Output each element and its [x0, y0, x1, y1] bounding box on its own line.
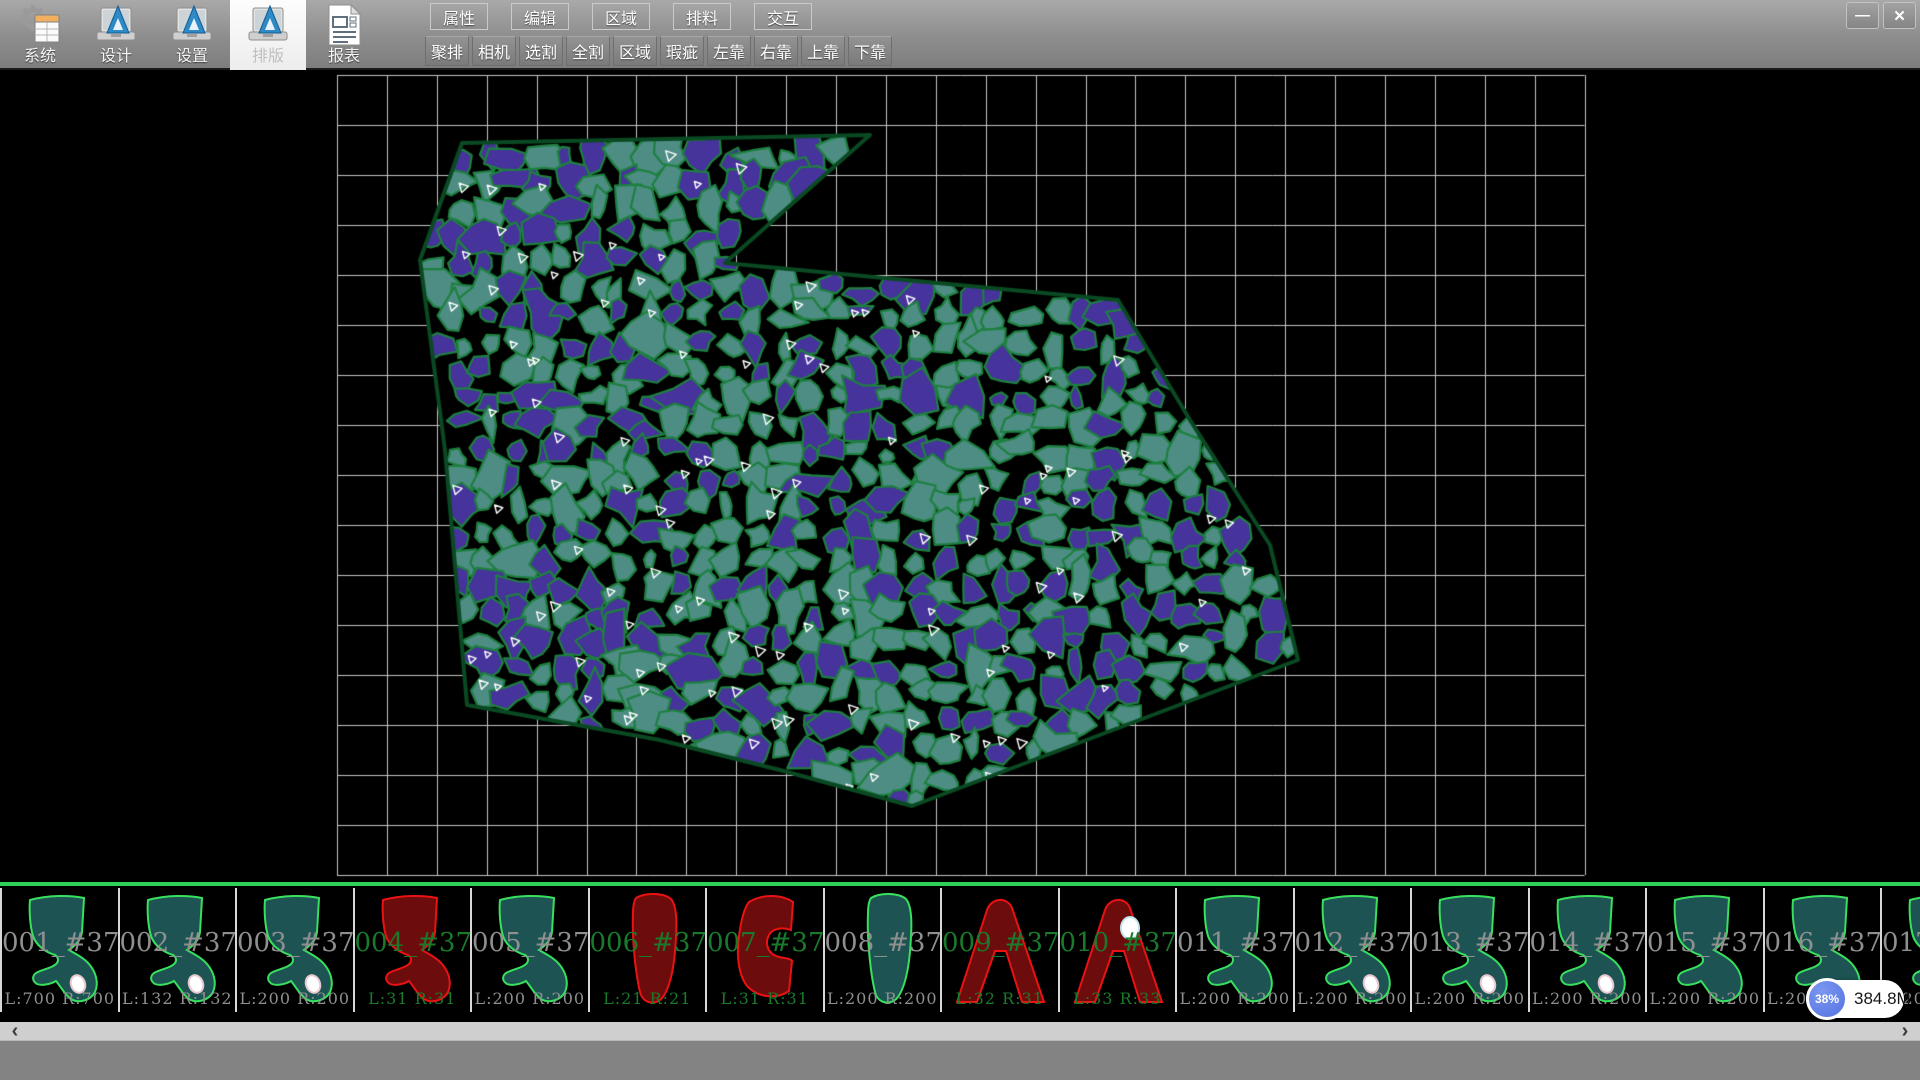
tool-button-1[interactable]: 相机: [472, 36, 516, 66]
app-button-group: 系统 设计 设置 排版 报表: [2, 0, 382, 70]
thumbnail-lr-label: L:32 R:31: [942, 989, 1058, 1008]
thumbnail-cell-9[interactable]: 009_#37 L:32 R:31: [942, 888, 1060, 1012]
progress-badge: 38% 384.8M: [1806, 980, 1904, 1018]
tool-button-0[interactable]: 聚排: [425, 36, 469, 66]
menu-tab-0[interactable]: 属性: [430, 3, 488, 30]
tool-button-3[interactable]: 全割: [566, 36, 610, 66]
nesting-canvas[interactable]: [0, 70, 1920, 882]
thumbnail-lr-label: L:132 R:132: [120, 989, 236, 1008]
thumbnail-id-label: 008_#37: [825, 930, 941, 956]
system-icon: [18, 2, 62, 48]
tool-button-7[interactable]: 右靠: [754, 36, 798, 66]
app-button-layout[interactable]: 排版: [230, 0, 306, 70]
thumbnail-id-label: 010_#37: [1060, 930, 1176, 956]
thumbnail-cell-7[interactable]: 007_#37 L:31 R:31: [707, 888, 825, 1012]
thumbnail-id-label: 016_#37: [1765, 930, 1881, 956]
tool-button-4[interactable]: 区域: [613, 36, 657, 66]
design-icon: [94, 2, 138, 48]
thumbnail-id-label: 001_#37: [2, 930, 118, 956]
minimize-button[interactable]: —: [1846, 2, 1879, 29]
thumbnail-lr-label: L:200 R:200: [237, 989, 353, 1008]
thumbnail-id-label: 014_#37: [1530, 930, 1646, 956]
thumbnail-id-label: 007_#37: [707, 930, 823, 956]
app-button-label: 设置: [176, 48, 208, 66]
report-icon: [322, 2, 366, 48]
menu-tab-3[interactable]: 排料: [673, 3, 731, 30]
tool-button-bar: 聚排相机选割全割区域瑕疵左靠右靠上靠下靠: [425, 36, 892, 66]
toolbar: 系统设计设置排版报表 属性编辑区域排料交互 聚排相机选割全割区域瑕疵左靠右靠上靠…: [0, 0, 1920, 70]
menu-tab-4[interactable]: 交互: [754, 3, 812, 30]
thumbnail-id-label: 015_#37: [1647, 930, 1763, 956]
app-window: 系统设计设置排版报表 属性编辑区域排料交互 聚排相机选割全割区域瑕疵左靠右靠上靠…: [0, 0, 1920, 1080]
thumbnail-id-label: 004_#37: [355, 930, 471, 956]
tool-button-5[interactable]: 瑕疵: [660, 36, 704, 66]
thumbnail-cell-10[interactable]: 010_#37 L:33 R:33: [1060, 888, 1178, 1012]
thumbnail-lr-label: L:200 R:200: [1412, 989, 1528, 1008]
status-bar: [0, 1040, 1920, 1080]
memory-usage-label: 384.8M: [1854, 989, 1911, 1009]
thumbnail-id-label: 009_#37: [942, 930, 1058, 956]
tool-button-2[interactable]: 选割: [519, 36, 563, 66]
thumbnail-id-label: 012_#37: [1295, 930, 1411, 956]
piece-thumbnail-strip: 001_#37L:700 R:700002_#37L:132 R:132003_…: [0, 882, 1920, 1022]
thumbnail-lr-label: L:200 R:200: [825, 989, 941, 1008]
app-button-label: 排版: [252, 48, 284, 66]
thumbnail-id-label: 017_#37: [1882, 930, 1920, 956]
thumbnail-lr-label: L:700 R:700: [2, 989, 118, 1008]
thumbnail-id-label: 006_#37: [590, 930, 706, 956]
window-controls: — ✕: [1846, 2, 1916, 29]
settings-icon: [170, 2, 214, 48]
layout-icon: [246, 2, 290, 48]
progress-percent-circle: 38%: [1806, 978, 1848, 1020]
thumbnail-lr-label: L:31 R:31: [355, 989, 471, 1008]
thumbnail-lr-label: L:200 R:200: [1295, 989, 1411, 1008]
thumbnail-id-label: 003_#37: [237, 930, 353, 956]
thumbnail-cell-6[interactable]: 006_#37 L:21 R:21: [590, 888, 708, 1012]
app-button-label: 报表: [328, 48, 360, 66]
thumbnail-cell-15[interactable]: 015_#37 L:200 R:200: [1647, 888, 1765, 1012]
thumbnail-cell-4[interactable]: 004_#37 L:31 R:31: [355, 888, 473, 1012]
thumbnail-lr-label: L:200 R:200: [472, 989, 588, 1008]
thumbnail-cell-2[interactable]: 002_#37 L:132 R:132: [120, 888, 238, 1012]
thumbnail-lr-label: L:200 R:200: [1530, 989, 1646, 1008]
thumbnail-lr-label: L:200 R:200: [1647, 989, 1763, 1008]
thumbnail-cell-12[interactable]: 012_#37 L:200 R:200: [1295, 888, 1413, 1012]
thumbnail-cell-14[interactable]: 014_#37 L:200 R:200: [1530, 888, 1648, 1012]
thumbnail-id-label: 005_#37: [472, 930, 588, 956]
thumbnail-id-label: 011_#37: [1177, 930, 1293, 956]
app-button-system[interactable]: 系统: [2, 0, 78, 70]
thumbnail-cell-8[interactable]: 008_#37 L:200 R:200: [825, 888, 943, 1012]
menu-tab-bar: 属性编辑区域排料交互: [430, 3, 812, 30]
tool-button-9[interactable]: 下靠: [848, 36, 892, 66]
scroll-left-arrow[interactable]: ‹: [2, 1022, 28, 1040]
thumbnail-lr-label: L:33 R:33: [1060, 989, 1176, 1008]
thumbnail-cell-1[interactable]: 001_#37 L:700 R:700: [0, 888, 120, 1012]
app-button-settings[interactable]: 设置: [154, 0, 230, 70]
scroll-right-arrow[interactable]: ›: [1892, 1022, 1918, 1040]
app-button-label: 设计: [100, 48, 132, 66]
thumbnail-cell-11[interactable]: 011_#37 L:200 R:200: [1177, 888, 1295, 1012]
thumbnail-lr-label: L:200 R:200: [1177, 989, 1293, 1008]
app-button-design[interactable]: 设计: [78, 0, 154, 70]
thumbnail-cell-3[interactable]: 003_#37 L:200 R:200: [237, 888, 355, 1012]
thumbnail-cell-5[interactable]: 005_#37 L:200 R:200: [472, 888, 590, 1012]
menu-tab-2[interactable]: 区域: [592, 3, 650, 30]
tool-button-8[interactable]: 上靠: [801, 36, 845, 66]
thumbnail-lr-label: L:21 R:21: [590, 989, 706, 1008]
thumbnail-cell-13[interactable]: 013_#37 L:200 R:200: [1412, 888, 1530, 1012]
thumbnail-scrollbar[interactable]: ‹ ›: [0, 1022, 1920, 1040]
app-button-label: 系统: [24, 48, 56, 66]
thumbnail-id-label: 002_#37: [120, 930, 236, 956]
app-button-report[interactable]: 报表: [306, 0, 382, 70]
menu-tab-1[interactable]: 编辑: [511, 3, 569, 30]
tool-button-6[interactable]: 左靠: [707, 36, 751, 66]
thumbnail-id-label: 013_#37: [1412, 930, 1528, 956]
close-button[interactable]: ✕: [1883, 2, 1916, 29]
thumbnail-lr-label: L:31 R:31: [707, 989, 823, 1008]
